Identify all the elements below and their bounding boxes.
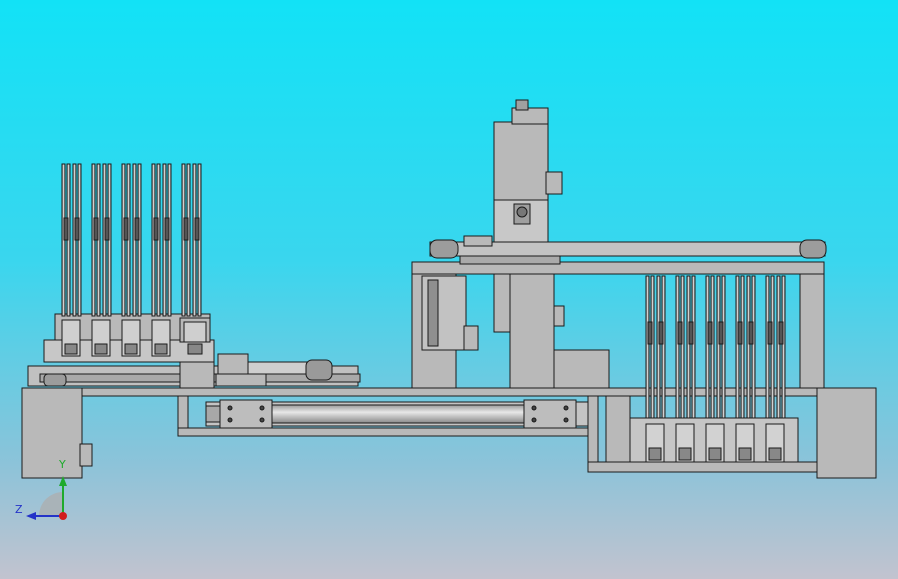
assembly-drawing — [21, 99, 877, 520]
gantry-frame — [411, 235, 827, 389]
y-axis-label: Y — [59, 458, 66, 471]
axis-triad — [26, 476, 67, 520]
z-axis-head — [26, 512, 36, 520]
cad-viewport[interactable]: Y Z — [0, 0, 898, 579]
x-axis-dot — [59, 512, 67, 520]
triad-sector — [39, 492, 63, 516]
linear-actuator — [205, 399, 589, 429]
right-guide-rods — [645, 275, 786, 423]
side-motor — [421, 275, 479, 351]
left-guide-rods — [61, 163, 202, 317]
z-axis-label: Z — [15, 503, 23, 516]
